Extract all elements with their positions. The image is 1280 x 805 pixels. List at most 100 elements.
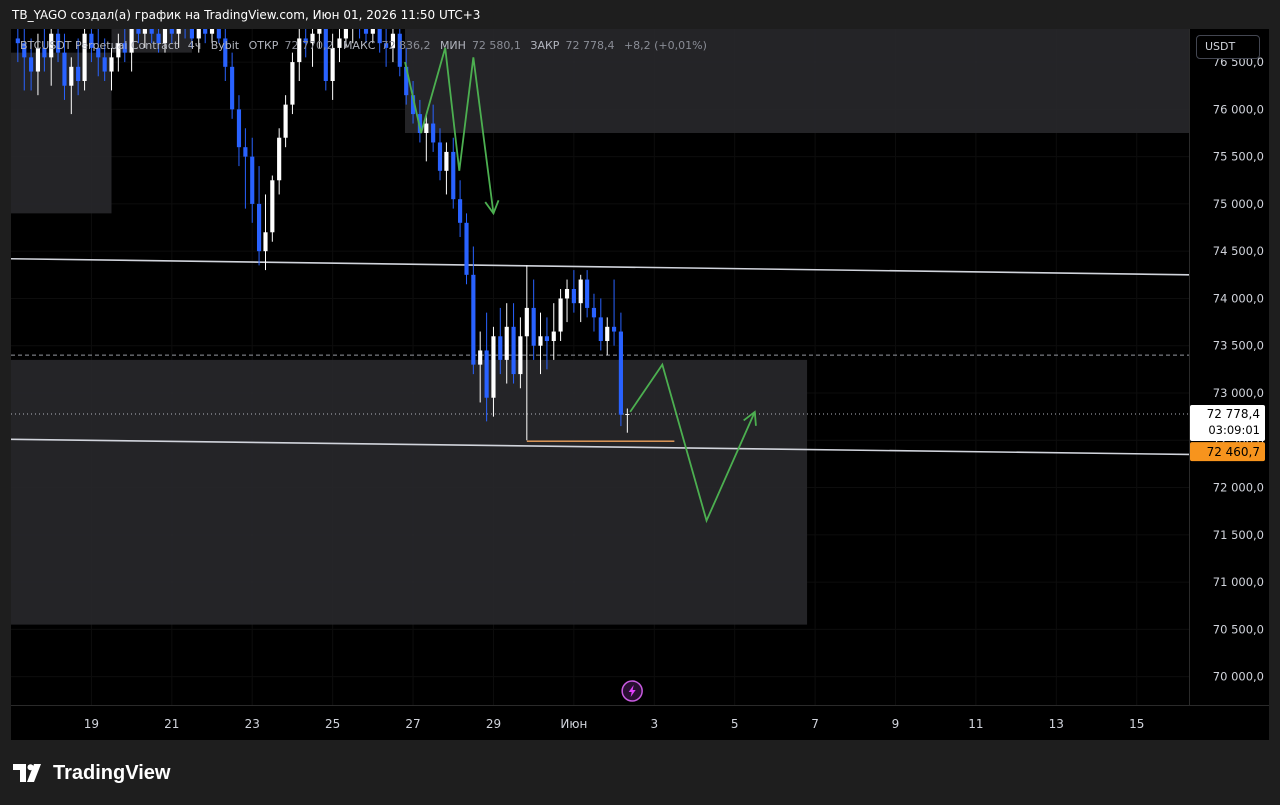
candle[interactable] — [618, 312, 623, 427]
time-axis-svg[interactable]: 19 21 23 25 27 29 Июн 3 5 7 9 11 13 15 — [11, 706, 1269, 740]
candle-body — [62, 52, 67, 86]
candle-body — [611, 326, 617, 332]
time-tick-label: Июн — [560, 717, 587, 731]
plot-area[interactable]: BTCUSDT Perpetual Contract 4ч Bybit ОТКР… — [11, 29, 1189, 705]
candle-body — [263, 232, 268, 252]
candle-body — [102, 57, 107, 72]
candle[interactable] — [283, 95, 288, 148]
symbol-legend: BTCUSDT Perpetual Contract 4ч Bybit ОТКР… — [20, 39, 713, 52]
candle-body — [431, 123, 436, 143]
price-zone[interactable] — [11, 359, 808, 625]
time-axis[interactable]: 19 21 23 25 27 29 Июн 3 5 7 9 11 13 15 — [11, 705, 1269, 740]
candle-body — [591, 307, 597, 318]
time-tick-label: 25 — [325, 717, 340, 731]
candle-body — [277, 137, 282, 181]
price-axis-svg[interactable]: 76 500,076 000,075 500,075 000,074 500,0… — [1190, 29, 1269, 705]
candle[interactable] — [357, 29, 361, 39]
candle-body — [230, 66, 235, 110]
candle-body — [142, 29, 147, 34]
candle-body — [451, 151, 456, 200]
candle-body — [625, 413, 630, 415]
candle-body — [444, 151, 449, 171]
candle[interactable] — [551, 303, 556, 360]
time-tick-label: 29 — [486, 717, 501, 731]
tradingview-logo[interactable]: TradingView — [13, 762, 170, 784]
candle[interactable] — [263, 194, 268, 271]
candle-body — [518, 336, 523, 375]
candle-body — [196, 29, 201, 39]
level-price-value: 72 460,7 — [1207, 445, 1260, 459]
candle[interactable] — [464, 213, 469, 285]
candle-body — [531, 307, 536, 346]
candle[interactable] — [591, 293, 597, 332]
candle[interactable] — [397, 29, 402, 77]
price-tick-label: 70 000,0 — [1213, 670, 1264, 684]
price-tick-label: 73 000,0 — [1213, 386, 1264, 400]
candle-body — [317, 29, 322, 34]
legend-high-value: 72 836,2 — [381, 39, 431, 52]
candle[interactable] — [297, 29, 302, 81]
time-tick-label: 19 — [84, 717, 99, 731]
candle-body — [169, 29, 174, 34]
legend-low-label: МИН — [439, 39, 466, 52]
candle-body — [605, 326, 610, 341]
candle-body — [370, 29, 375, 34]
legend-symbol[interactable]: BTCUSDT Perpetual Contract — [20, 39, 178, 52]
price-tick-label: 71 000,0 — [1213, 575, 1264, 589]
price-tick-label: 75 500,0 — [1213, 150, 1264, 164]
price-tick-label: 71 500,0 — [1213, 528, 1264, 542]
candle[interactable] — [598, 298, 603, 351]
candle[interactable] — [564, 279, 570, 323]
candle[interactable] — [611, 279, 617, 346]
candle-body — [76, 66, 81, 81]
candle[interactable] — [256, 166, 262, 266]
candle[interactable] — [223, 29, 228, 81]
legend-close-value: 72 778,4 — [565, 39, 615, 52]
candle[interactable] — [585, 270, 590, 318]
candle-body — [618, 331, 623, 415]
time-tick-label: 23 — [245, 717, 260, 731]
candle[interactable] — [444, 142, 449, 195]
candle[interactable] — [270, 175, 275, 242]
candle-body — [484, 350, 489, 398]
candle[interactable] — [236, 95, 242, 167]
candle-body — [330, 47, 335, 81]
candle-body — [424, 123, 429, 133]
candle[interactable] — [578, 274, 583, 323]
time-tick-label: 5 — [731, 717, 739, 731]
candle-body — [109, 57, 114, 72]
candle-body — [290, 62, 295, 105]
price-chart[interactable] — [11, 29, 1189, 705]
candle[interactable] — [571, 270, 576, 313]
candle-body — [504, 326, 509, 360]
trend-line[interactable] — [11, 257, 1189, 276]
alert-marker-icon[interactable] — [621, 680, 643, 702]
candle-body — [136, 29, 141, 34]
candle[interactable] — [511, 303, 516, 384]
time-tick-label: 11 — [968, 717, 983, 731]
candle[interactable] — [458, 180, 463, 237]
candle-body — [149, 29, 154, 34]
candle[interactable] — [437, 128, 443, 181]
candle-body — [558, 298, 563, 332]
price-tick-label: 74 000,0 — [1213, 291, 1264, 305]
price-tick-label: 74 500,0 — [1213, 244, 1264, 258]
candle[interactable] — [277, 128, 282, 195]
candle[interactable] — [250, 137, 255, 223]
time-tick-label: 15 — [1129, 717, 1144, 731]
candle-body — [585, 279, 590, 308]
candle[interactable] — [531, 279, 536, 360]
candle-body — [209, 29, 215, 34]
currency-button[interactable]: USDT — [1196, 35, 1260, 59]
candle[interactable] — [605, 317, 610, 356]
candle-body — [236, 109, 242, 148]
candle[interactable] — [451, 137, 456, 209]
last-price-value: 72 778,4 — [1207, 407, 1260, 421]
price-zone[interactable] — [11, 52, 112, 214]
price-axis[interactable]: 76 500,0 76 000,0 75 500,0 75 000,0 74 500,0… — [1189, 29, 1269, 705]
candle[interactable] — [558, 289, 563, 341]
time-tick-label: 27 — [405, 717, 420, 731]
candle[interactable] — [243, 128, 248, 209]
candle-body — [498, 336, 503, 360]
legend-interval[interactable]: 4ч — [188, 39, 202, 52]
